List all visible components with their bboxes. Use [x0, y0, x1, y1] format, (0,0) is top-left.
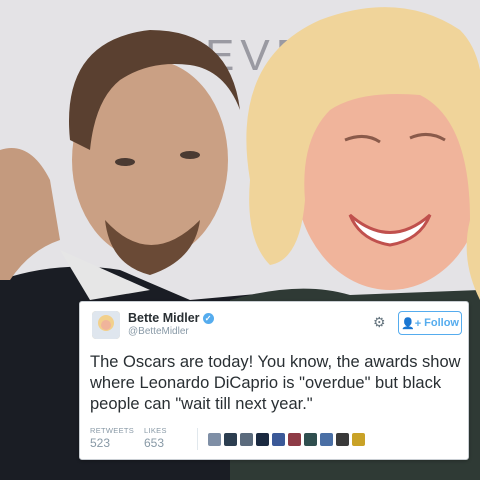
tweet-text: The Oscars are today! You know, the awar… [90, 353, 461, 413]
likes-label: LIKES [144, 426, 167, 435]
retweets-label: RETWEETS [90, 426, 135, 435]
avatar[interactable] [92, 311, 120, 339]
liker-avatar[interactable] [304, 433, 317, 446]
liker-avatars [208, 433, 365, 446]
likes-count: 653 [144, 436, 165, 450]
liker-avatar[interactable] [240, 433, 253, 446]
gear-icon[interactable]: ⚙ [373, 314, 386, 331]
tweet-card: Bette Midler ✓ @BetteMidler ⚙ 👤+ Follow T… [79, 301, 469, 460]
add-user-icon: 👤+ [401, 317, 422, 330]
follow-button[interactable]: 👤+ Follow [398, 311, 462, 335]
liker-avatar[interactable] [208, 433, 221, 446]
liker-avatar[interactable] [320, 433, 333, 446]
verified-badge-icon: ✓ [202, 313, 214, 324]
retweets-count: 523 [90, 436, 111, 450]
retweets-stat[interactable]: RETWEETS 523 [90, 426, 134, 450]
liker-avatar[interactable] [272, 433, 285, 446]
liker-avatar[interactable] [352, 433, 365, 446]
liker-avatar[interactable] [256, 433, 269, 446]
user-name[interactable]: Bette Midler ✓ [128, 311, 214, 325]
liker-avatar[interactable] [224, 433, 237, 446]
liker-avatar[interactable] [288, 433, 301, 446]
user-handle[interactable]: @BetteMidler [128, 326, 189, 337]
liker-avatar[interactable] [336, 433, 349, 446]
likes-stat[interactable]: LIKES 653 [144, 426, 167, 450]
follow-label: Follow [424, 317, 459, 329]
stats-divider [197, 428, 198, 450]
